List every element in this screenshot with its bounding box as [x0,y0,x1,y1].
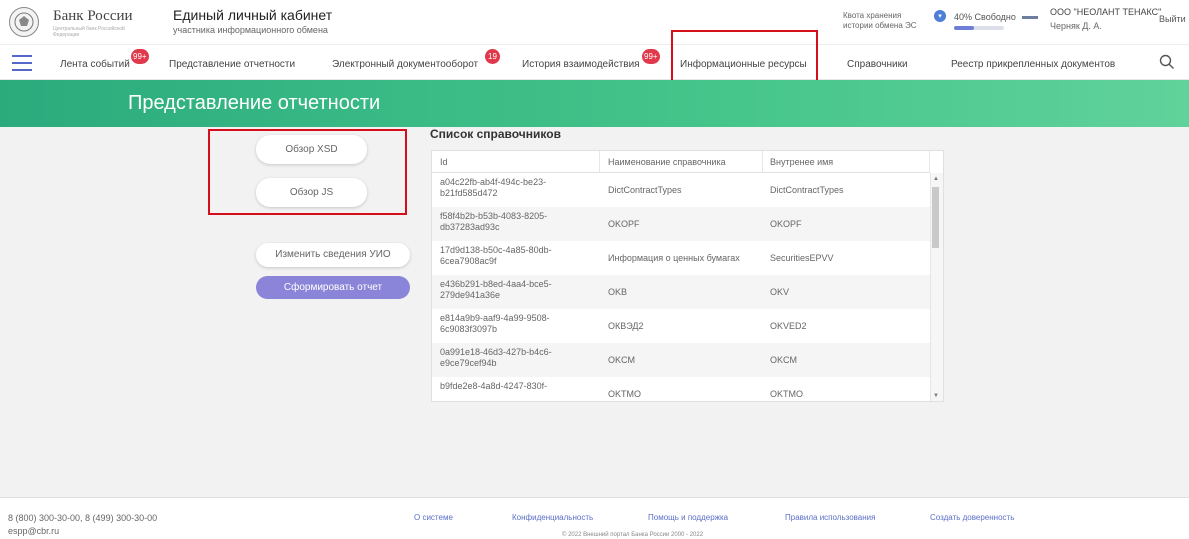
column-header-id[interactable]: Id [440,157,448,167]
cell-internal: OKCM [770,355,797,365]
cell-internal: SecuritiesEPVV [770,253,834,263]
nav-item-events[interactable]: Лента событий 99+ [60,49,149,70]
cell-id: 0a991e18-46d3-427b-b4c6-e9ce79cef94b [440,347,552,368]
cell-name: OKB [608,287,628,297]
scrollbar-thumb[interactable] [932,187,939,248]
nav-item-label: Представление отчетности [169,59,296,70]
nav-item-label: Реестр прикрепленных документов [951,59,1116,70]
table-row[interactable]: a04c22fb-ab4f-494c-be23-b21fd585d472 Dic… [432,173,930,207]
cell-id: b9fde2e8-4a8d-4247-830f- [440,381,548,391]
notification-badge: 99+ [642,49,660,64]
cell-id: a04c22fb-ab4f-494c-be23-b21fd585d472 [440,177,547,198]
cell-id: e436b291-b8ed-4aa4-bce5-279de941a36e [440,279,552,300]
generate-report-button[interactable]: Сформировать отчет [256,276,410,299]
nav-item-label: История взаимодействия [522,59,640,70]
cell-id: e814a9b9-aaf9-4a99-9508-6c9083f3097b [440,313,550,334]
nav-item-label: Справочники [847,59,908,70]
highlight-frame [208,129,407,215]
footer-copyright: © 2022 Внешний портал Банка России 2000 … [562,532,704,538]
quota-label-line2: истории обмена ЭС [843,21,917,30]
quota-label: Квота хранения истории обмена ЭС [843,11,917,31]
nav-item-attached-docs[interactable]: Реестр прикрепленных документов [951,59,1115,70]
footer-link-rules[interactable]: Правила использования [785,513,875,522]
page-title: Представление отчетности [128,92,381,114]
nav-item-history[interactable]: История взаимодействия 99+ [522,49,660,70]
org-logo-icon [1022,16,1038,19]
table-row[interactable]: e436b291-b8ed-4aa4-bce5-279de941a36e OKB… [432,275,930,309]
cell-internal: OKOPF [770,219,802,229]
highlight-frame [671,30,818,84]
scroll-down-icon[interactable]: ▼ [933,393,939,399]
quota-progress-fill [954,26,974,30]
org-name[interactable]: ООО "НЕОЛАНТ ТЕНАКС" [1050,7,1161,17]
menu-icon[interactable] [12,55,32,71]
nav-item-dictionaries[interactable]: Справочники [847,59,908,70]
dictionaries-table: Id Наименование справочника Внутренее им… [431,150,944,402]
footer-link-help[interactable]: Помощь и поддержка [648,513,728,522]
cell-internal: OKVED2 [770,321,807,331]
quota-progress-bar [954,26,1004,30]
cell-name: OKCM [608,355,635,365]
column-header-internal[interactable]: Внутренее имя [770,157,833,167]
nav-item-reporting[interactable]: Представление отчетности [169,59,295,70]
quota-label-line1: Квота хранения [843,11,902,20]
nav-item-label: Лента событий [60,59,130,70]
footer-link-privacy[interactable]: Конфиденциальность [512,513,593,522]
nav-item-edo[interactable]: Электронный документооборот 19 [332,49,500,70]
cell-internal: OKTMO [770,389,803,399]
cell-internal: DictContractTypes [770,185,844,195]
notification-badge: 19 [485,49,500,64]
quota-free-text: 40% Свободно [954,12,1016,22]
footer-link-about[interactable]: О системе [414,513,453,522]
main-nav: Лента событий 99+ Представление отчетнос… [0,44,1189,80]
user-name[interactable]: Черняк Д. А. [1050,21,1102,31]
footer-phone: 8 (800) 300-30-00, 8 (499) 300-30-00 [8,513,158,523]
cell-id: f58f4b2b-b53b-4083-8205-db37283ad93c [440,211,548,232]
footer: 8 (800) 300-30-00, 8 (499) 300-30-00 esp… [0,497,1189,539]
cabinet-subtitle: участника информационного обмена [173,25,328,35]
table-row[interactable]: e814a9b9-aaf9-4a99-9508-6c9083f3097b ОКВ… [432,309,930,343]
nav-item-label: Электронный документооборот [332,59,479,70]
cell-name: OKOPF [608,219,640,229]
page-banner: Представление отчетности [0,80,1189,127]
cell-id: 17d9d138-b50c-4a85-80db-6cea7908ac9f [440,245,552,266]
notification-badge: 99+ [131,49,149,64]
cell-name: ОКВЭД2 [608,321,644,331]
top-header: Банк России Центральный банк Российской … [0,0,1189,44]
cell-name: OKTMO [608,389,641,399]
cell-internal: OKV [770,287,790,297]
search-icon[interactable] [1159,54,1175,70]
table-row[interactable]: 0a991e18-46d3-427b-b4c6-e9ce79cef94b OKC… [432,343,930,377]
footer-email[interactable]: espp@cbr.ru [8,526,59,536]
list-title: Список справочников [430,127,561,141]
column-header-name[interactable]: Наименование справочника [608,157,726,167]
bank-emblem-icon[interactable] [9,7,39,37]
cabinet-title: Единый личный кабинет [173,7,333,23]
table-row[interactable]: b9fde2e8-4a8d-4247-830f- OKTMO OKTMO [432,377,930,401]
chevron-down-icon[interactable]: ▾ [934,10,946,22]
table-row[interactable]: f58f4b2b-b53b-4083-8205-db37283ad93c OKO… [432,207,930,241]
table-header: Id Наименование справочника Внутренее им… [432,151,930,173]
table-row[interactable]: 17d9d138-b50c-4a85-80db-6cea7908ac9f Инф… [432,241,930,275]
bank-subtitle: Центральный банк Российской Федерации [53,26,125,38]
footer-link-power-of-attorney[interactable]: Создать доверенность [930,513,1014,522]
scroll-up-icon[interactable]: ▲ [933,176,939,182]
cell-name: Информация о ценных бумагах [608,253,740,263]
edit-uio-button[interactable]: Изменить сведения УИО [256,243,410,267]
cell-name: DictContractTypes [608,185,682,195]
logout-link[interactable]: Выйти [1159,14,1186,24]
bank-name[interactable]: Банк России [53,8,133,25]
